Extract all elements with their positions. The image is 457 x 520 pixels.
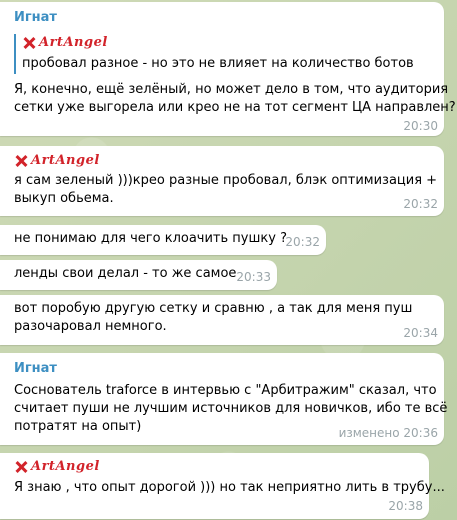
message-bubble[interactable]: Игнат Соснователь traforce в интервью с …: [0, 353, 448, 445]
message-text-line: Я, конечно, ещё зелёный, но может дело в…: [14, 82, 449, 97]
message-text-line: я сам зеленый )))крео разные пробовал, б…: [14, 173, 438, 188]
message-text-line: потратят на опыт): [14, 419, 142, 434]
message-time: 20:33: [236, 270, 271, 284]
message-time: 20:30: [403, 119, 438, 133]
sender-name[interactable]: Игнат: [14, 361, 57, 376]
artangel-logo-icon: [14, 154, 28, 168]
message-text-line: Я знаю , что опыт дорогой ))) но так неп…: [14, 480, 445, 495]
message-bubble[interactable]: ленды свои делал - то же самое 20:33: [0, 260, 277, 290]
message-time: 20:32: [285, 235, 320, 249]
message-bubble[interactable]: ArtAngel я сам зеленый )))крео разные пр…: [0, 146, 444, 216]
message-text-line: выкуп обьема.: [14, 191, 114, 206]
message-text-line: разочаровал немного.: [14, 319, 167, 334]
message-bubble[interactable]: вот поробую другую сетку и сравню , а та…: [0, 295, 444, 345]
reply-quote-bar: [14, 34, 16, 74]
sender-logo[interactable]: ArtAngel: [14, 459, 100, 474]
message-time: 20:38: [388, 499, 423, 513]
message-bubble[interactable]: не понимаю для чего клоачить пушку ? 20:…: [0, 225, 326, 255]
sender-logo[interactable]: ArtAngel: [14, 153, 100, 168]
artangel-logo-icon: [14, 460, 28, 474]
message-text-line: считает пуши не лучшим источников для но…: [14, 401, 448, 416]
reply-author-logo: ArtAngel: [22, 35, 108, 50]
message-text-line: ленды свои делал - то же самое: [14, 266, 237, 281]
artangel-logo-icon: [22, 36, 36, 50]
sender-name[interactable]: Игнат: [14, 10, 57, 25]
message-text-line: не понимаю для чего клоачить пушку ?: [14, 231, 287, 246]
reply-quote-text[interactable]: пробовал разное - но это не влияет на ко…: [22, 56, 414, 71]
message-time: 20:34: [403, 326, 438, 340]
message-text-line: Соснователь traforce в интервью с "Арбит…: [14, 383, 437, 398]
message-bubble[interactable]: ArtAngel Я знаю , что опыт дорогой ))) н…: [0, 453, 445, 519]
message-time: изменено 20:36: [338, 426, 438, 440]
message-bubble[interactable]: Игнат ArtAngel пробовал разное - но это …: [0, 2, 456, 136]
message-time: 20:32: [403, 197, 438, 211]
message-text-line: сетки уже выгорела или крео не на тот се…: [14, 100, 456, 115]
message-text-line: вот поробую другую сетку и сравню , а та…: [14, 301, 413, 316]
